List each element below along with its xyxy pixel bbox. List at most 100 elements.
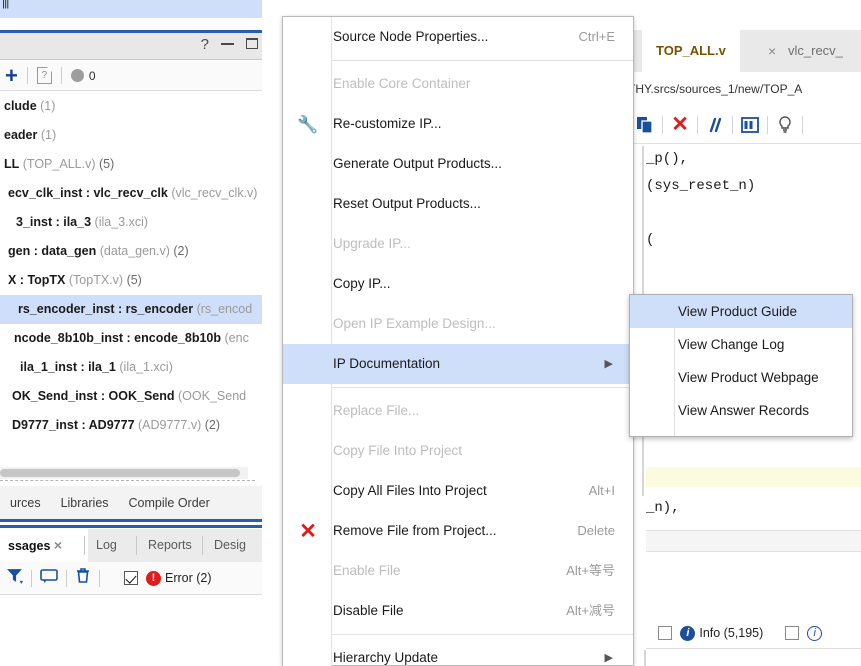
context-menu-item-shortcut: Alt+减号 bbox=[566, 603, 615, 618]
editor-tabstrip[interactable]: × TOP_ALL.v × vlc_recv_ bbox=[620, 30, 861, 72]
messages-tab[interactable]: Reports bbox=[140, 529, 206, 562]
tree-item[interactable]: 3_inst : ila_3 (ila_3.xci) bbox=[0, 208, 262, 237]
tree-item[interactable]: ncode_8b10b_inst : encode_8b10b (enc bbox=[0, 324, 262, 353]
close-red-icon[interactable]: ✕ bbox=[669, 114, 691, 136]
context-menu-item-shortcut: Delete bbox=[577, 523, 615, 538]
sources-tabstrip[interactable]: urces Libraries Compile Order bbox=[0, 485, 262, 519]
editor-status-row: ) i Info (5,195) i bbox=[620, 618, 861, 648]
second-filter-checkbox[interactable] bbox=[785, 626, 800, 640]
trash-icon[interactable] bbox=[75, 567, 91, 589]
tree-item[interactable]: ecv_clk_inst : vlc_recv_clk (vlc_recv_cl… bbox=[0, 179, 262, 208]
messages-tab[interactable]: Desig bbox=[206, 529, 266, 562]
tree-item[interactable]: D9777_inst : AD9777 (AD9777.v) (2) bbox=[0, 411, 262, 440]
bulb-icon[interactable] bbox=[774, 114, 796, 136]
messages-tab-label: Log bbox=[96, 538, 117, 552]
submenu-item[interactable]: View Change Log bbox=[630, 328, 852, 361]
chevron-right-icon: ▶ bbox=[604, 358, 613, 370]
add-sources-icon[interactable]: + bbox=[5, 64, 18, 87]
tree-item-file: (ila_3.xci) bbox=[94, 215, 149, 229]
context-menu-item[interactable]: 🔧 Re-customize IP... bbox=[283, 104, 633, 144]
tree-item-count: (2) bbox=[173, 244, 189, 258]
submenu-item[interactable]: View Product Guide bbox=[630, 295, 852, 328]
context-menu-item[interactable]: ✕ Remove File from Project... Delete bbox=[283, 511, 633, 551]
editor-tab-close-right[interactable]: × bbox=[768, 30, 776, 72]
columns-icon[interactable] bbox=[739, 114, 761, 136]
tree-item-label: OK_Send_inst : OOK_Send bbox=[12, 389, 175, 403]
close-icon[interactable]: × bbox=[54, 537, 62, 553]
context-menu-item[interactable]: Generate Output Products... bbox=[283, 144, 633, 184]
tree-item[interactable]: rs_encoder_inst : rs_encoder (rs_encod bbox=[0, 295, 262, 324]
info-filter-checkbox[interactable] bbox=[658, 626, 673, 640]
tree-item-label: ncode_8b10b_inst : encode_8b10b bbox=[14, 331, 222, 345]
context-menu-item-label: Reset Output Products... bbox=[333, 196, 481, 211]
tree-item-count: (2) bbox=[204, 418, 221, 432]
messages-tab[interactable]: ssages × bbox=[0, 529, 88, 562]
help-button[interactable]: ? bbox=[201, 37, 209, 52]
filter-icon[interactable] bbox=[6, 567, 23, 589]
tree-item-file: (1) bbox=[40, 99, 56, 113]
status-dot-icon bbox=[70, 69, 84, 82]
toolbar-divider bbox=[767, 115, 768, 134]
editor-tab-vlc-recv[interactable]: vlc_recv_ bbox=[788, 30, 843, 72]
sources-tab[interactable]: urces bbox=[0, 496, 51, 510]
editor-tab-top-all[interactable]: TOP_ALL.v bbox=[642, 30, 740, 72]
tree-item-count: (5) bbox=[126, 273, 142, 287]
app-root: ||| ? + ? 0 clude (1) eader (1) LL (TOP_… bbox=[0, 0, 861, 666]
editor-scroll-track[interactable] bbox=[646, 530, 861, 552]
comment-icon[interactable] bbox=[704, 114, 726, 136]
context-menu-item: Enable File Alt+等号 bbox=[283, 551, 633, 591]
tree-item[interactable]: gen : data_gen (data_gen.v) (2) bbox=[0, 237, 262, 266]
messages-tab[interactable]: Log bbox=[88, 529, 140, 562]
submenu-item-label: View Answer Records bbox=[678, 403, 810, 418]
tree-item[interactable]: ila_1_inst : ila_1 (ila_1.xci) bbox=[0, 353, 262, 382]
sources-tab[interactable]: Libraries bbox=[51, 496, 119, 510]
messages-tabstrip[interactable]: ssages × Log Reports Desig bbox=[0, 529, 262, 562]
context-menu-item[interactable]: Hierarchy Update ▶ bbox=[283, 638, 633, 666]
submenu-item-label: View Product Webpage bbox=[678, 370, 819, 385]
ip-documentation-submenu[interactable]: View Product Guide View Change Log View Pr… bbox=[629, 294, 853, 437]
messages-toolbar: ! Error (2) bbox=[0, 562, 262, 595]
status-count: 0 bbox=[88, 68, 96, 83]
submenu-item[interactable]: View Product Webpage bbox=[630, 361, 852, 394]
error-filter-label: Error (2) bbox=[165, 571, 212, 585]
context-menu-item[interactable]: Source Node Properties... Ctrl+E bbox=[283, 17, 633, 57]
toolbar-divider bbox=[732, 115, 733, 134]
upper-panel-selected-row[interactable]: ||| bbox=[0, 0, 262, 18]
tree-item[interactable]: OK_Send_inst : OOK_Send (OOK_Send bbox=[0, 382, 262, 411]
message-icon[interactable] bbox=[40, 568, 58, 589]
sources-tree[interactable]: clude (1) eader (1) LL (TOP_ALL.v) (5) ec… bbox=[0, 92, 262, 464]
context-menu-item-label: Hierarchy Update bbox=[333, 650, 439, 665]
submenu-item[interactable]: View Answer Records bbox=[630, 394, 852, 427]
tree-horizontal-scrollbar[interactable] bbox=[0, 467, 248, 479]
context-menu-item[interactable]: Reset Output Products... bbox=[283, 184, 633, 224]
minimize-button[interactable] bbox=[221, 36, 234, 53]
context-menu-item-shortcut: Alt+I bbox=[588, 483, 615, 498]
error-filter-checkbox[interactable] bbox=[124, 571, 138, 585]
context-menu-item-shortcut: Ctrl+E bbox=[578, 29, 615, 44]
tree-item-file: (TOP_ALL.v) bbox=[22, 157, 96, 171]
info-outline-icon: i bbox=[807, 625, 823, 641]
context-menu-item[interactable]: Copy All Files Into Project Alt+I bbox=[283, 471, 633, 511]
context-menu-item[interactable]: Disable File Alt+减号 bbox=[283, 591, 633, 631]
context-menu-item[interactable]: Copy IP... bbox=[283, 264, 633, 304]
tree-item-file: (1) bbox=[40, 128, 57, 142]
panel-splitter[interactable] bbox=[0, 480, 255, 481]
sources-tab[interactable]: Compile Order bbox=[119, 496, 220, 510]
toolbar-divider bbox=[26, 67, 28, 84]
tree-item-file: (ila_1.xci) bbox=[119, 360, 173, 374]
context-menu-item[interactable]: IP Documentation ▶ bbox=[283, 344, 633, 384]
tree-item[interactable]: clude (1) bbox=[0, 92, 262, 121]
tree-item[interactable]: eader (1) bbox=[0, 121, 262, 150]
context-menu-item-label: Copy IP... bbox=[333, 276, 391, 291]
scrollbar-thumb[interactable] bbox=[0, 469, 240, 477]
messages-list[interactable] bbox=[0, 595, 262, 666]
copy-icon[interactable] bbox=[634, 114, 656, 136]
tree-item[interactable]: LL (TOP_ALL.v) (5) bbox=[0, 150, 262, 179]
x-red-icon: ✕ bbox=[299, 519, 317, 543]
help-icon[interactable]: ? bbox=[36, 67, 52, 84]
tree-item[interactable]: X : TopTX (TopTX.v) (5) bbox=[0, 266, 262, 295]
maximize-button[interactable] bbox=[246, 36, 258, 53]
context-menu[interactable]: Source Node Properties... Ctrl+E Enable Co… bbox=[282, 16, 634, 666]
